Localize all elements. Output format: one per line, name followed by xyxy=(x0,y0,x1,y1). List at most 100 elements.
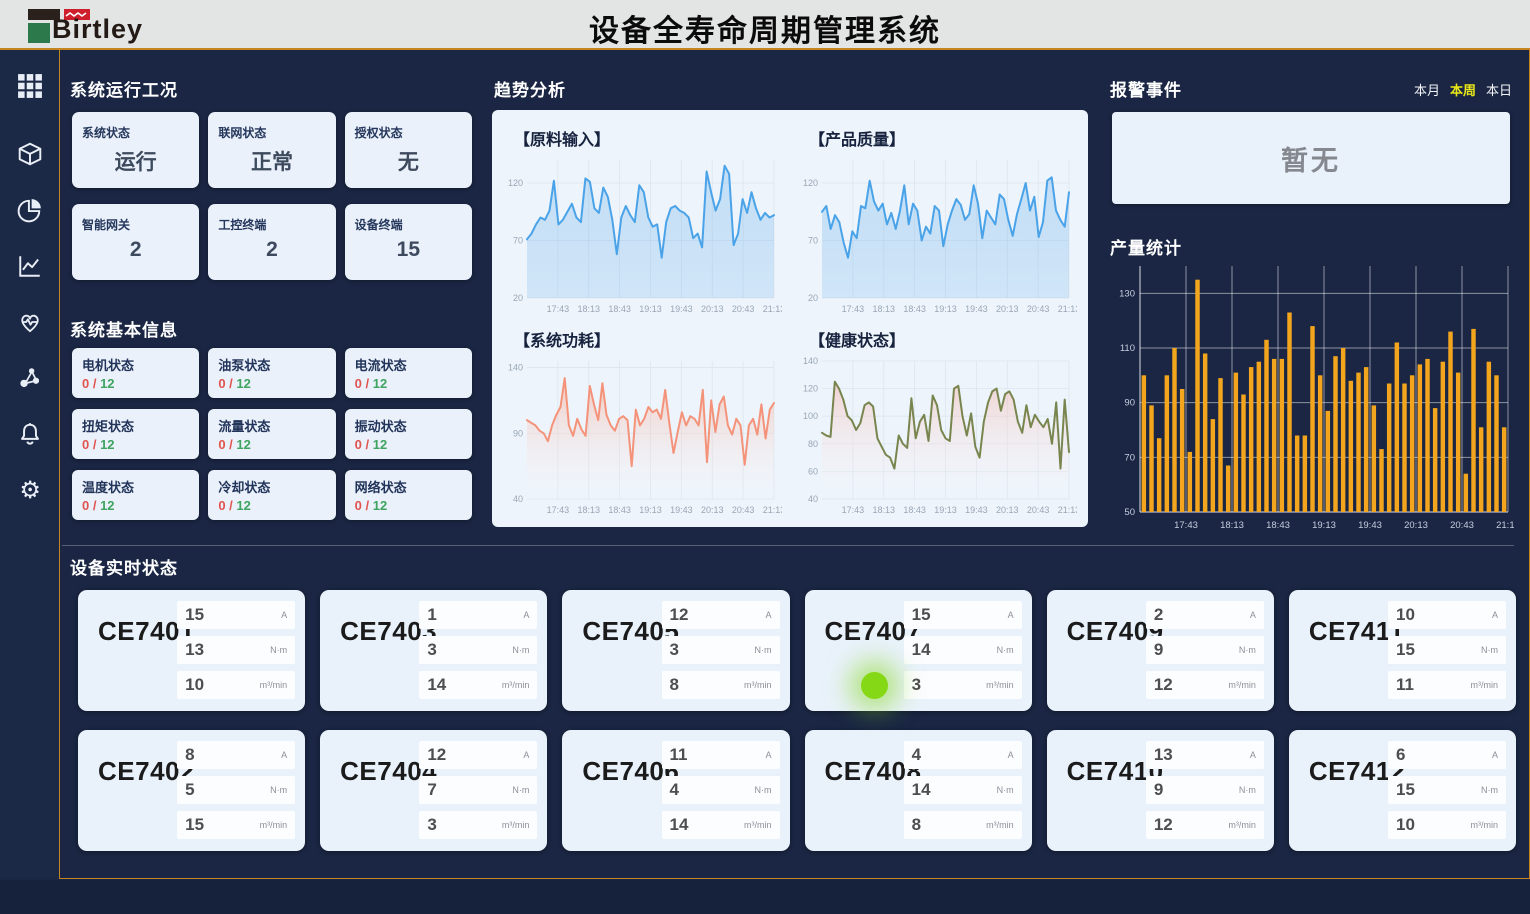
status-card-value: 无 xyxy=(345,146,472,176)
svg-text:20: 20 xyxy=(808,293,818,303)
info-card-value: 0 / 12 xyxy=(82,498,199,513)
total-count: 12 xyxy=(236,376,250,391)
metric-value: 4 xyxy=(670,780,679,800)
alarm-tab-本日[interactable]: 本日 xyxy=(1486,80,1512,99)
metric-unit: A xyxy=(1008,750,1014,760)
device-card[interactable]: CE740611A4N·m14m³/min xyxy=(562,730,789,851)
svg-text:20:43: 20:43 xyxy=(1450,520,1474,531)
basic-info-card: 冷却状态0 / 12 xyxy=(208,470,335,520)
svg-text:140: 140 xyxy=(508,362,523,372)
device-card[interactable]: CE740115A13N·m10m³/min xyxy=(78,590,305,711)
section-title-running: 系统运行工况 xyxy=(70,76,178,101)
trend-chart-raw-input: 【原料输入】207012017:4318:1318:4319:1319:4320… xyxy=(500,120,785,321)
metric-value: 9 xyxy=(1154,780,1163,800)
trend-chart-title: 【系统功耗】 xyxy=(514,327,785,351)
metric-value: 10 xyxy=(1396,815,1415,835)
total-count: 12 xyxy=(100,437,114,452)
svg-text:19:43: 19:43 xyxy=(670,505,693,515)
svg-text:21:13: 21:13 xyxy=(1496,520,1514,531)
svg-text:60: 60 xyxy=(808,466,818,476)
metric-unit: m³/min xyxy=(744,820,772,830)
alarm-tab-本月[interactable]: 本月 xyxy=(1414,80,1440,99)
device-metrics: 6A15N·m10m³/min xyxy=(1388,741,1506,846)
device-metrics: 12A3N·m8m³/min xyxy=(662,601,780,706)
info-card-value: 0 / 12 xyxy=(82,437,199,452)
metric-strip: 12A xyxy=(419,741,537,769)
metric-unit: N·m xyxy=(1239,785,1256,795)
device-card[interactable]: CE741013A9N·m12m³/min xyxy=(1047,730,1274,851)
section-title-trend: 趋势分析 xyxy=(494,76,566,101)
status-card-label: 设备终端 xyxy=(355,216,403,233)
total-count: 12 xyxy=(100,376,114,391)
alarm-count: 0 / xyxy=(218,498,236,513)
alarm-tab-本周[interactable]: 本周 xyxy=(1450,80,1476,99)
device-metrics: 15A13N·m10m³/min xyxy=(177,601,295,706)
total-count: 12 xyxy=(100,498,114,513)
svg-text:19:13: 19:13 xyxy=(639,505,662,515)
svg-text:18:43: 18:43 xyxy=(608,304,631,314)
metric-strip: 1A xyxy=(419,601,537,629)
trend-chart-health-status: 【健康状态】40608010012014017:4318:1318:4319:1… xyxy=(795,321,1080,522)
sidebar-icon-health[interactable] xyxy=(15,308,45,336)
alarm-empty-card: 暂无 xyxy=(1112,112,1510,204)
metric-value: 1 xyxy=(427,605,436,625)
metric-strip: 11A xyxy=(662,741,780,769)
running-status-card: 工控终端2 xyxy=(208,204,335,280)
section-title-devices: 设备实时状态 xyxy=(70,554,178,579)
basic-info-card: 振动状态0 / 12 xyxy=(345,409,472,459)
metric-value: 14 xyxy=(912,780,931,800)
info-card-value: 0 / 12 xyxy=(355,376,472,391)
metric-value: 12 xyxy=(427,745,446,765)
device-card[interactable]: CE74028A5N·m15m³/min xyxy=(78,730,305,851)
metric-strip: 7N·m xyxy=(419,776,537,804)
svg-text:20:13: 20:13 xyxy=(996,505,1019,515)
svg-text:20:43: 20:43 xyxy=(1027,304,1050,314)
sidebar-icon-apps[interactable] xyxy=(15,72,45,100)
info-card-label: 流量状态 xyxy=(218,416,335,435)
trend-analysis-panel: 【原料输入】207012017:4318:1318:4319:1319:4320… xyxy=(492,110,1088,527)
basic-info-card: 流量状态0 / 12 xyxy=(208,409,335,459)
device-card[interactable]: CE741110A15N·m11m³/min xyxy=(1289,590,1516,711)
info-card-label: 油泵状态 xyxy=(218,355,335,374)
status-card-label: 工控终端 xyxy=(218,216,266,233)
svg-text:18:43: 18:43 xyxy=(1266,520,1290,531)
svg-text:20:43: 20:43 xyxy=(732,304,755,314)
sidebar-icon-cube[interactable] xyxy=(15,140,45,168)
device-card[interactable]: CE74031A3N·m14m³/min xyxy=(320,590,547,711)
metric-value: 3 xyxy=(912,675,921,695)
metric-strip: 8m³/min xyxy=(904,811,1022,839)
metric-unit: N·m xyxy=(1481,645,1498,655)
running-status-card: 联网状态正常 xyxy=(208,112,335,188)
status-indicator-dot xyxy=(861,672,888,699)
metric-strip: 13N·m xyxy=(177,636,295,664)
svg-text:18:13: 18:13 xyxy=(577,304,600,314)
device-card[interactable]: CE74084A14N·m8m³/min xyxy=(805,730,1032,851)
metric-unit: m³/min xyxy=(744,680,772,690)
sidebar: ⚙ xyxy=(0,50,60,879)
device-card[interactable]: CE740412A7N·m3m³/min xyxy=(320,730,547,851)
device-card[interactable]: CE740715A14N·m3m³/min xyxy=(805,590,1032,711)
device-card[interactable]: CE74126A15N·m10m³/min xyxy=(1289,730,1516,851)
svg-text:19:43: 19:43 xyxy=(1358,520,1382,531)
svg-text:21:13: 21:13 xyxy=(1058,505,1077,515)
metric-value: 4 xyxy=(912,745,921,765)
device-card[interactable]: CE740512A3N·m8m³/min xyxy=(562,590,789,711)
sidebar-icon-pie-chart[interactable] xyxy=(15,196,45,224)
basic-info-card: 扭矩状态0 / 12 xyxy=(72,409,199,459)
metric-strip: 9 N·m xyxy=(1146,776,1264,804)
sidebar-icon-bell[interactable] xyxy=(15,420,45,448)
metric-value: 7 xyxy=(427,780,436,800)
svg-text:18:43: 18:43 xyxy=(608,505,631,515)
svg-text:20:43: 20:43 xyxy=(732,505,755,515)
svg-text:20: 20 xyxy=(513,293,523,303)
metric-strip: 9N·m xyxy=(1146,636,1264,664)
device-card[interactable]: CE74092A9N·m12m³/min xyxy=(1047,590,1274,711)
metric-value: 15 xyxy=(1396,780,1415,800)
metric-unit: m³/min xyxy=(986,680,1014,690)
info-card-value: 0 / 12 xyxy=(82,376,199,391)
sidebar-icon-topology[interactable] xyxy=(15,364,45,392)
sidebar-icon-settings[interactable]: ⚙ xyxy=(15,476,45,504)
alarm-empty-text: 暂无 xyxy=(1281,139,1341,178)
sidebar-icon-trend[interactable] xyxy=(15,252,45,280)
metric-unit: m³/min xyxy=(1471,680,1499,690)
